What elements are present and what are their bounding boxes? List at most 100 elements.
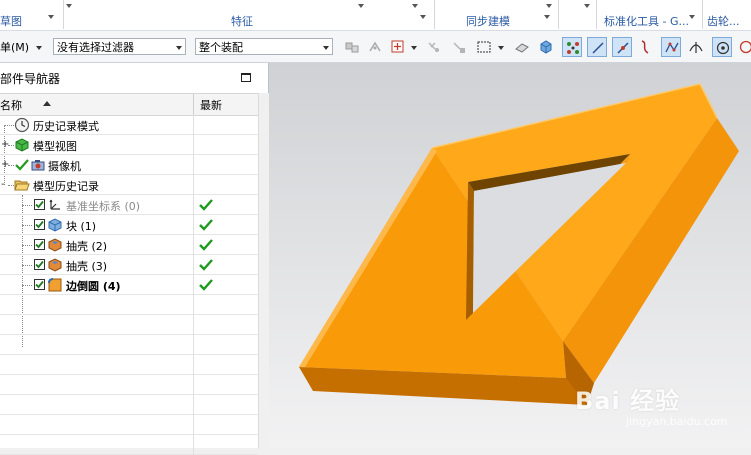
tree-node-history-mode[interactable]: 历史记录模式 bbox=[0, 115, 258, 135]
snap-line-button[interactable] bbox=[587, 37, 607, 57]
visibility-checkbox[interactable] bbox=[34, 219, 45, 230]
column-divider bbox=[193, 355, 194, 375]
chevron-down-icon bbox=[36, 46, 42, 50]
column-header-latest[interactable]: 最新 bbox=[200, 97, 222, 113]
visibility-checkbox[interactable] bbox=[34, 279, 45, 290]
chevron-down-icon[interactable] bbox=[546, 4, 552, 8]
snap-quadrant-button[interactable] bbox=[736, 37, 751, 57]
crosshair-box-icon bbox=[390, 39, 406, 55]
line-snap-icon bbox=[590, 40, 606, 56]
selection-scope-dropdown[interactable]: 整个装配 bbox=[195, 38, 333, 55]
menu-button[interactable]: 单(M) bbox=[0, 39, 42, 55]
ribbon-group-standard-tools[interactable]: 标准化工具 - G... bbox=[604, 13, 689, 29]
snap-arc-center-button[interactable] bbox=[712, 37, 732, 57]
curve-pick-icon bbox=[451, 39, 467, 55]
graphics-viewport[interactable]: Bai 经验 jingyan.baidu.com bbox=[269, 63, 751, 448]
maximize-icon[interactable] bbox=[241, 73, 251, 82]
select-solid-button[interactable] bbox=[536, 37, 556, 57]
chevron-down-icon[interactable] bbox=[412, 4, 418, 8]
chevron-down-icon[interactable] bbox=[48, 15, 54, 19]
cube-icon bbox=[538, 39, 554, 55]
visibility-checkbox[interactable] bbox=[34, 239, 45, 250]
chevron-down-icon[interactable] bbox=[411, 46, 417, 50]
snap-curve-button[interactable] bbox=[636, 37, 656, 57]
column-divider bbox=[193, 395, 194, 415]
panel-title: 部件导航器 bbox=[0, 70, 60, 87]
chevron-down-icon[interactable] bbox=[358, 4, 364, 8]
tree-node-shell-2[interactable]: 抽壳 (2) bbox=[0, 235, 258, 255]
column-header-name[interactable]: 名称 bbox=[0, 97, 22, 113]
watermark-url: jingyan.baidu.com bbox=[626, 415, 728, 428]
chevron-down-icon[interactable] bbox=[584, 4, 590, 8]
tree-node-label: 抽壳 (2) bbox=[66, 238, 107, 254]
empty-row bbox=[0, 315, 258, 335]
sort-ascending-icon[interactable] bbox=[43, 101, 51, 106]
check-mark-icon bbox=[14, 157, 30, 173]
snap-intersection-button[interactable] bbox=[686, 37, 706, 57]
column-divider[interactable] bbox=[193, 94, 194, 115]
snap-point-button[interactable] bbox=[365, 37, 385, 57]
tree-node-shell-3[interactable]: 抽壳 (3) bbox=[0, 255, 258, 275]
snap-point-icon bbox=[367, 39, 383, 55]
type-filter-dropdown[interactable]: 没有选择过滤器 bbox=[53, 38, 186, 55]
expand-plus-icon[interactable]: + bbox=[1, 140, 9, 150]
ribbon-group-gear[interactable]: 齿轮... bbox=[707, 13, 740, 29]
vertical-scrollbar[interactable] bbox=[258, 93, 269, 448]
column-divider bbox=[193, 415, 194, 435]
chevron-down-icon[interactable] bbox=[689, 15, 695, 19]
tree-node-model-views[interactable]: + 模型视图 bbox=[0, 135, 258, 155]
visibility-checkbox[interactable] bbox=[34, 199, 45, 210]
expand-plus-icon[interactable]: + bbox=[1, 160, 9, 170]
snap-control-point-button[interactable] bbox=[661, 37, 681, 57]
menu-label: 单(M) bbox=[0, 41, 29, 54]
ribbon-group-sketch[interactable]: 草图 bbox=[0, 13, 22, 29]
ribbon-group-sync-modeling[interactable]: 同步建模 bbox=[466, 13, 510, 29]
column-divider bbox=[193, 155, 194, 175]
control-point-icon bbox=[664, 40, 680, 56]
snap-end-point-button[interactable] bbox=[562, 37, 582, 57]
quick-pick-button[interactable] bbox=[388, 37, 408, 57]
shell-icon bbox=[47, 237, 63, 253]
select-body-button[interactable] bbox=[512, 37, 532, 57]
intersection-icon bbox=[688, 39, 704, 55]
tree-node-model-history[interactable]: - 模型历史记录 bbox=[0, 175, 258, 195]
empty-row bbox=[0, 335, 258, 355]
tree-node-label: 模型视图 bbox=[33, 138, 77, 154]
column-divider bbox=[193, 175, 194, 195]
ribbon-group-bar: 草图 特征 同步建模 标准化工具 - G... 齿轮... bbox=[0, 0, 751, 31]
tree-node-datum-csys[interactable]: 基准坐标系 (0) bbox=[0, 195, 258, 215]
end-point-snap-icon bbox=[565, 40, 581, 56]
empty-row bbox=[0, 375, 258, 395]
datum-csys-icon bbox=[47, 197, 63, 213]
collapse-minus-icon[interactable]: - bbox=[1, 180, 5, 190]
up-to-date-check-icon bbox=[199, 258, 213, 275]
selection-scope-value: 整个装配 bbox=[199, 41, 243, 54]
tree-node-label: 摄像机 bbox=[48, 158, 81, 174]
select-components-button[interactable] bbox=[342, 37, 362, 57]
components-icon bbox=[344, 39, 360, 55]
tree-node-label: 边倒圆 (4) bbox=[66, 278, 121, 294]
chevron-down-icon[interactable] bbox=[66, 4, 72, 8]
selection-toolbar: 单(M) 没有选择过滤器 整个装配 bbox=[0, 31, 751, 63]
tree-node-camera[interactable]: + 摄像机 bbox=[0, 155, 258, 175]
select-feature-button[interactable] bbox=[424, 37, 444, 57]
rectangle-select-button[interactable] bbox=[474, 37, 494, 57]
visibility-checkbox[interactable] bbox=[34, 259, 45, 270]
model-views-icon bbox=[14, 137, 30, 153]
midpoint-snap-icon bbox=[615, 40, 631, 56]
chevron-down-icon[interactable] bbox=[544, 15, 550, 19]
tree-node-label: 模型历史记录 bbox=[33, 178, 99, 194]
empty-row bbox=[0, 395, 258, 415]
column-divider bbox=[193, 235, 194, 255]
chevron-down-icon[interactable] bbox=[420, 15, 426, 19]
snap-midpoint-button[interactable] bbox=[612, 37, 632, 57]
tree-node-block[interactable]: 块 (1) bbox=[0, 215, 258, 235]
tree-node-edge-blend[interactable]: 边倒圆 (4) bbox=[0, 275, 258, 295]
ribbon-separator bbox=[596, 0, 597, 29]
ribbon-separator bbox=[558, 0, 559, 29]
tree-node-label: 块 (1) bbox=[66, 218, 96, 234]
column-divider bbox=[193, 275, 194, 295]
select-curve-button[interactable] bbox=[449, 37, 469, 57]
chevron-down-icon[interactable] bbox=[498, 46, 504, 50]
ribbon-group-feature[interactable]: 特征 bbox=[231, 13, 253, 29]
